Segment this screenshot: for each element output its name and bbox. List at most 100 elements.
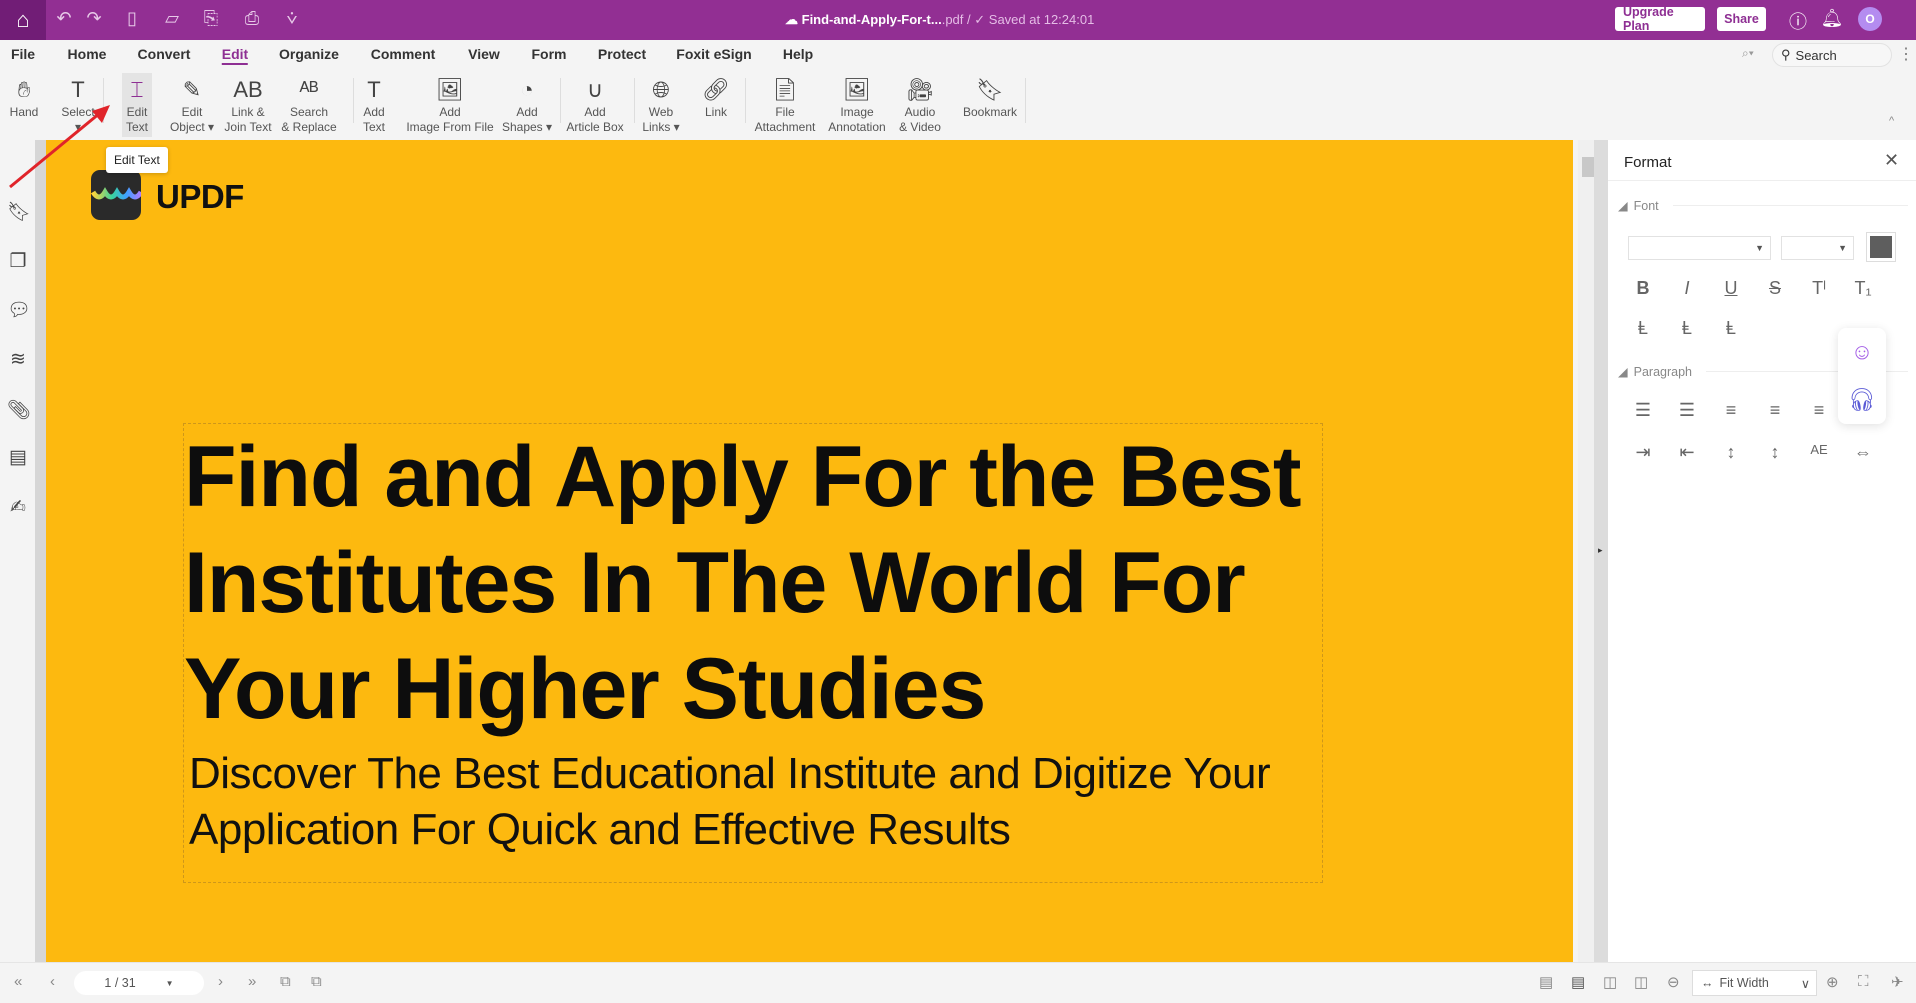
- indent-increase-icon[interactable]: ⇥: [1628, 442, 1658, 463]
- two-page-view-icon[interactable]: ◫: [1603, 973, 1617, 991]
- font-section-header[interactable]: ◢ Font: [1618, 198, 1908, 214]
- pin-icon[interactable]: ✈: [1891, 973, 1904, 991]
- ribbon-web-links-button[interactable]: 🌐︎ Web Links ▾: [638, 73, 683, 137]
- collapse-right-icon[interactable]: ▸: [1598, 545, 1603, 556]
- close-icon[interactable]: ✕: [1884, 150, 1899, 171]
- upgrade-plan-button[interactable]: Upgrade Plan: [1615, 5, 1705, 33]
- text-block[interactable]: Find and Apply For the Best Institutes I…: [183, 423, 1323, 883]
- align-center-icon[interactable]: ≡: [1760, 400, 1790, 421]
- ribbon-link-join-button[interactable]: AB Link & Join Text: [220, 73, 275, 137]
- ribbon-edit-text-button[interactable]: ⌶ Edit Text: [121, 73, 153, 137]
- ribbon-audio-video-button[interactable]: 🎥︎ Audio & Video: [895, 73, 945, 137]
- avatar[interactable]: O: [1858, 7, 1882, 31]
- strikethrough-icon[interactable]: S: [1760, 278, 1790, 299]
- search-input[interactable]: ⚲ Search: [1772, 43, 1892, 67]
- page-copy-icon[interactable]: ⧉: [280, 973, 291, 990]
- bold-icon[interactable]: B: [1628, 278, 1658, 299]
- pages-panel-icon[interactable]: ❐: [7, 250, 29, 273]
- ribbon-link-button[interactable]: 🔗︎ Link: [698, 73, 734, 137]
- open-folder-icon[interactable]: ▱: [160, 8, 184, 29]
- subscript-icon[interactable]: T₁: [1848, 278, 1878, 299]
- last-page-icon[interactable]: »: [248, 973, 256, 990]
- heading[interactable]: Find and Apply For the Best Institutes I…: [184, 424, 1324, 742]
- first-page-icon[interactable]: «: [14, 973, 22, 990]
- layers-panel-icon[interactable]: ≋: [7, 348, 29, 371]
- text-direction-icon[interactable]: AE: [1804, 442, 1834, 457]
- menu-convert[interactable]: Convert: [138, 46, 191, 62]
- subheading[interactable]: Discover The Best Educational Institute …: [189, 746, 1329, 858]
- comments-panel-icon[interactable]: 💬︎: [7, 298, 31, 322]
- notification-bell-icon[interactable]: 🔔︎: [1820, 8, 1844, 29]
- new-file-icon[interactable]: ⎘: [199, 8, 223, 29]
- more-options-icon[interactable]: ⋮: [1898, 44, 1914, 64]
- zoom-out-icon[interactable]: ⊖: [1667, 973, 1680, 991]
- continuous-view-icon[interactable]: ▤: [1571, 973, 1585, 991]
- italic-icon[interactable]: I: [1672, 278, 1702, 299]
- print-icon[interactable]: ⎙: [240, 8, 264, 29]
- scrollbar-thumb[interactable]: [1582, 157, 1594, 177]
- ribbon-edit-object-button[interactable]: ✎ Edit Object ▾: [166, 73, 218, 137]
- page-compare-icon[interactable]: ⧉: [311, 973, 322, 990]
- align-left-icon[interactable]: ≡: [1716, 400, 1746, 421]
- prev-page-icon[interactable]: ‹: [50, 973, 55, 990]
- support-headset-icon[interactable]: 🎧︎: [1848, 387, 1876, 413]
- redo-icon[interactable]: ↷: [82, 8, 106, 29]
- menu-help[interactable]: Help: [783, 46, 813, 62]
- undo-icon[interactable]: ↶: [52, 8, 76, 29]
- paragraph-spacing-icon[interactable]: ↕: [1760, 442, 1790, 463]
- form-fields-panel-icon[interactable]: ▤: [7, 446, 29, 469]
- menu-view[interactable]: View: [468, 46, 500, 62]
- two-page-continuous-icon[interactable]: ◫: [1634, 973, 1648, 991]
- char-spacing-increase-icon[interactable]: Ⱡ: [1716, 318, 1746, 339]
- pdf-page[interactable]: UPDF Find and Apply For the Best Institu…: [46, 140, 1573, 962]
- menu-home[interactable]: Home: [68, 46, 107, 62]
- menu-file[interactable]: File: [11, 46, 35, 62]
- line-spacing-icon[interactable]: ↕: [1716, 442, 1746, 463]
- numbered-list-icon[interactable]: ☰: [1672, 400, 1702, 421]
- menu-edit[interactable]: Edit: [221, 46, 249, 65]
- bookmark-panel-icon[interactable]: 🔖︎: [7, 200, 31, 224]
- customize-dropdown-icon[interactable]: ⩒: [280, 8, 304, 29]
- ribbon-add-image-button[interactable]: 🖼︎ Add Image From File: [402, 73, 497, 137]
- align-right-icon[interactable]: ≡: [1804, 400, 1834, 421]
- home-button[interactable]: ⌂: [0, 0, 46, 40]
- collapse-ribbon-icon[interactable]: ^: [1889, 115, 1894, 127]
- help-icon[interactable]: ⓘ: [1786, 8, 1810, 34]
- menu-organize[interactable]: Organize: [279, 46, 339, 62]
- vertical-scrollbar[interactable]: [1578, 140, 1594, 962]
- next-page-icon[interactable]: ›: [218, 973, 223, 990]
- menu-form[interactable]: Form: [532, 46, 567, 62]
- ribbon-add-text-button[interactable]: T Add Text: [359, 73, 389, 137]
- search-options-icon[interactable]: ⌕▾: [1742, 46, 1754, 61]
- superscript-icon[interactable]: Tˡ: [1804, 278, 1834, 299]
- menu-protect[interactable]: Protect: [598, 46, 646, 62]
- justify-icon[interactable]: ⇔: [1848, 442, 1878, 463]
- zoom-in-icon[interactable]: ⊕: [1826, 973, 1839, 991]
- char-spacing-decrease-icon[interactable]: Ⱡ: [1672, 318, 1702, 339]
- char-spacing-icon[interactable]: Ⱡ: [1628, 318, 1658, 339]
- font-size-select[interactable]: ▼: [1781, 236, 1854, 260]
- ai-assistant-icon[interactable]: ☺: [1851, 339, 1873, 365]
- underline-icon[interactable]: U: [1716, 278, 1746, 299]
- page-number-input[interactable]: 1 / 31 ▼: [74, 971, 204, 995]
- single-page-view-icon[interactable]: ▤: [1539, 973, 1553, 991]
- ribbon-search-replace-button[interactable]: ᴬᴮ Search & Replace: [277, 73, 340, 137]
- menu-foxit-esign[interactable]: Foxit eSign: [676, 46, 751, 62]
- font-color-swatch[interactable]: [1866, 232, 1896, 262]
- bullet-list-icon[interactable]: ☰: [1628, 400, 1658, 421]
- ribbon-file-attachment-button[interactable]: 📄︎ File Attachment: [751, 73, 820, 137]
- ribbon-bookmark-button[interactable]: 🔖︎ Bookmark: [959, 73, 1021, 137]
- share-button[interactable]: Share: [1717, 7, 1766, 31]
- signature-panel-icon[interactable]: ✍︎: [7, 496, 29, 519]
- ribbon-image-annotation-button[interactable]: 🖼︎ Image Annotation: [824, 73, 889, 137]
- menu-comment[interactable]: Comment: [371, 46, 436, 62]
- add-text-icon: T: [367, 77, 381, 102]
- font-family-select[interactable]: ▼: [1628, 236, 1771, 260]
- save-icon[interactable]: ▯: [120, 8, 144, 29]
- attachments-panel-icon[interactable]: 📎︎: [7, 398, 31, 422]
- ribbon-add-shapes-button[interactable]: ◔ Add Shapes ▾: [498, 73, 556, 137]
- ribbon-article-box-button[interactable]: ∪ Add Article Box: [562, 73, 627, 137]
- zoom-select[interactable]: ↔ Fit Width ∨: [1692, 970, 1817, 996]
- fullscreen-icon[interactable]: ⛶: [1858, 973, 1869, 990]
- indent-decrease-icon[interactable]: ⇤: [1672, 442, 1702, 463]
